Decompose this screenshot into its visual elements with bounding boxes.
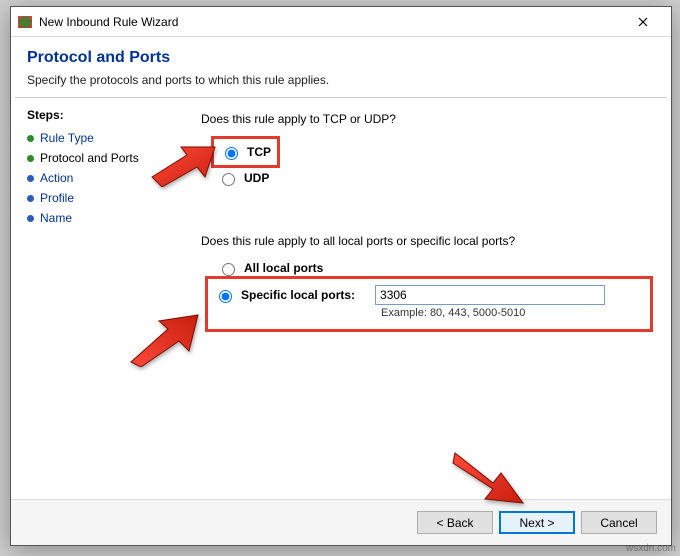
steps-heading: Steps: xyxy=(27,108,181,122)
step-label: Name xyxy=(40,211,72,225)
radio-udp-row[interactable]: UDP xyxy=(217,168,653,188)
radio-all-ports-label: All local ports xyxy=(244,261,323,275)
radio-tcp-row[interactable]: TCP xyxy=(220,142,271,162)
radio-specific-ports[interactable] xyxy=(219,290,232,303)
radio-tcp[interactable] xyxy=(225,147,238,160)
step-bullet-icon xyxy=(27,195,34,202)
step-protocol-and-ports[interactable]: Protocol and Ports xyxy=(27,148,181,168)
back-button[interactable]: < Back xyxy=(417,511,493,534)
close-icon xyxy=(638,17,648,27)
steps-sidebar: Steps: Rule Type Protocol and Ports Acti… xyxy=(11,98,191,499)
radio-all-ports[interactable] xyxy=(222,263,235,276)
radio-udp-label: UDP xyxy=(244,171,269,185)
step-action[interactable]: Action xyxy=(27,168,181,188)
step-bullet-icon xyxy=(27,215,34,222)
radio-udp[interactable] xyxy=(222,173,235,186)
radio-tcp-label: TCP xyxy=(247,145,271,159)
step-name[interactable]: Name xyxy=(27,208,181,228)
step-label: Protocol and Ports xyxy=(40,151,139,165)
protocol-question: Does this rule apply to TCP or UDP? xyxy=(201,112,653,126)
radio-specific-ports-label: Specific local ports: xyxy=(241,288,355,302)
step-profile[interactable]: Profile xyxy=(27,188,181,208)
button-bar: < Back Next > Cancel xyxy=(11,499,671,545)
title-bar: New Inbound Rule Wizard xyxy=(11,7,671,37)
obscured-background xyxy=(0,80,10,280)
specific-ports-input[interactable] xyxy=(375,285,605,305)
page-title: Protocol and Ports xyxy=(27,49,655,67)
next-button[interactable]: Next > xyxy=(499,511,575,534)
step-bullet-icon xyxy=(27,135,34,142)
step-bullet-icon xyxy=(27,175,34,182)
wizard-body: Steps: Rule Type Protocol and Ports Acti… xyxy=(11,98,671,499)
page-subtitle: Specify the protocols and ports to which… xyxy=(27,73,655,87)
step-label: Profile xyxy=(40,191,74,205)
step-rule-type[interactable]: Rule Type xyxy=(27,128,181,148)
cancel-button[interactable]: Cancel xyxy=(581,511,657,534)
window-title: New Inbound Rule Wizard xyxy=(39,15,621,29)
radio-specific-ports-row[interactable]: Specific local ports: xyxy=(214,285,355,305)
wizard-header: Protocol and Ports Specify the protocols… xyxy=(11,37,671,97)
wizard-window: New Inbound Rule Wizard Protocol and Por… xyxy=(10,6,672,546)
step-label: Rule Type xyxy=(40,131,94,145)
step-bullet-icon xyxy=(27,155,34,162)
firewall-icon xyxy=(17,14,33,30)
ports-question: Does this rule apply to all local ports … xyxy=(201,234,653,248)
close-button[interactable] xyxy=(621,8,665,36)
wizard-main: Does this rule apply to TCP or UDP? TCP … xyxy=(191,98,671,499)
highlight-annotation: TCP xyxy=(211,136,280,168)
highlight-annotation: Specific local ports: Example: 80, 443, … xyxy=(205,276,653,332)
step-label: Action xyxy=(40,171,73,185)
radio-all-ports-row[interactable]: All local ports xyxy=(217,258,653,278)
watermark-text: wsxdn.com xyxy=(626,543,676,554)
ports-example-text: Example: 80, 443, 5000-5010 xyxy=(381,307,605,319)
